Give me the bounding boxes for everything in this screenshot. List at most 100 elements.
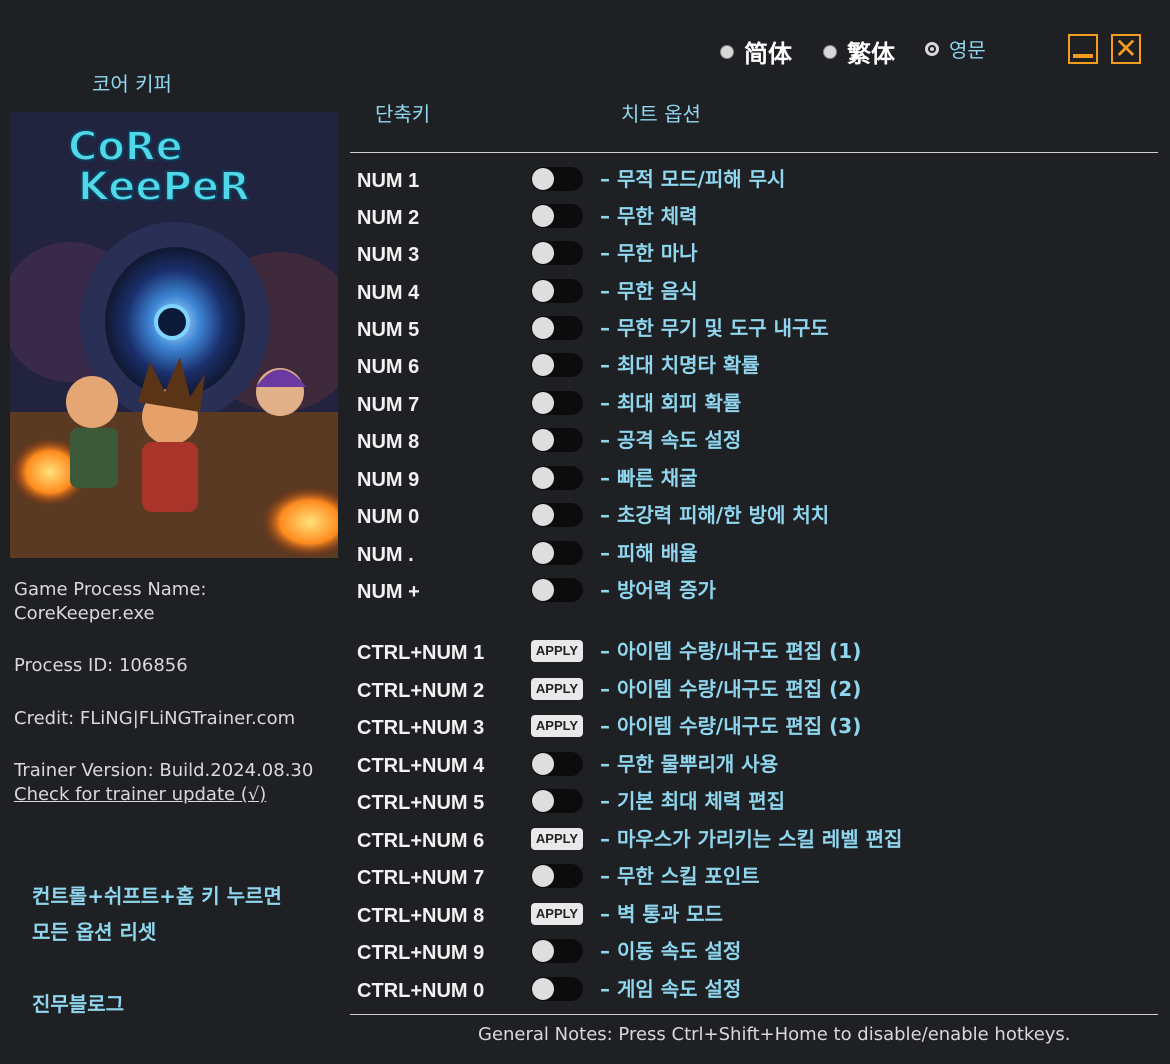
cheat-row: CTRL+NUM 3 APPLY – 아이템 수량/내구도 편집 (3) — [350, 714, 1150, 748]
cheat-row: CTRL+NUM 5 – 기본 최대 체력 편집 — [350, 789, 1150, 823]
cheat-row: CTRL+NUM 1 APPLY – 아이템 수량/내구도 편집 (1) — [350, 639, 1150, 673]
hotkey-label: CTRL+NUM 6 — [357, 830, 485, 852]
cheat-row: CTRL+NUM 7 – 무한 스킬 포인트 — [350, 864, 1150, 898]
lang-label: 영문 — [949, 38, 986, 62]
cheat-option-label: – 마우스가 가리키는 스킬 레벨 편집 — [600, 827, 903, 851]
hotkey-label: CTRL+NUM 9 — [357, 942, 485, 964]
blog-link[interactable]: 진무블로그 — [32, 988, 124, 1017]
hotkey-label: CTRL+NUM 5 — [357, 792, 485, 814]
cheat-option-label: – 최대 치명타 확률 — [600, 353, 760, 377]
lang-option-simplified[interactable]: 简体 — [720, 34, 792, 69]
hotkey-label: CTRL+NUM 4 — [357, 755, 485, 777]
cheat-option-label: – 아이템 수량/내구도 편집 (2) — [600, 677, 862, 701]
hotkey-label: CTRL+NUM 2 — [357, 680, 485, 702]
cheat-option-label: – 기본 최대 체력 편집 — [600, 789, 786, 813]
close-button[interactable]: ✕ — [1111, 34, 1141, 64]
toggle-switch[interactable] — [531, 353, 583, 377]
lang-label: 繁体 — [847, 40, 895, 68]
radio-icon[interactable] — [720, 44, 734, 59]
apply-button[interactable]: APPLY — [531, 903, 583, 925]
cheat-option-label: – 아이템 수량/내구도 편집 (3) — [600, 714, 862, 738]
toggle-switch[interactable] — [531, 939, 583, 963]
cheat-option-label: – 빠른 채굴 — [600, 466, 698, 490]
cheat-option-label: – 이동 속도 설정 — [600, 939, 742, 963]
cheat-option-label: – 무한 마나 — [600, 241, 698, 265]
toggle-switch[interactable] — [531, 391, 583, 415]
lang-label: 简体 — [744, 40, 792, 68]
toggle-switch[interactable] — [531, 977, 583, 1001]
toggle-switch[interactable] — [531, 466, 583, 490]
cheat-option-label: – 무한 음식 — [600, 279, 698, 303]
lang-option-traditional[interactable]: 繁体 — [823, 34, 895, 69]
toggle-knob — [532, 205, 554, 227]
process-name-label: Game Process Name: — [14, 579, 207, 600]
radio-selected-icon[interactable] — [925, 41, 939, 56]
apply-button[interactable]: APPLY — [531, 828, 583, 850]
toggle-knob — [532, 940, 554, 962]
game-cover-image: CoRe KeePeR — [10, 112, 338, 558]
toggle-knob — [532, 242, 554, 264]
minimize-button[interactable] — [1068, 34, 1098, 64]
cheat-option-label: – 무한 체력 — [600, 204, 698, 228]
cheat-row: CTRL+NUM 2 APPLY – 아이템 수량/내구도 편집 (2) — [350, 677, 1150, 711]
process-name-block: Game Process Name: CoreKeeper.exe — [14, 578, 206, 626]
hotkey-label: NUM 4 — [357, 282, 420, 304]
cheat-option-label: – 방어력 증가 — [600, 578, 716, 602]
cheat-row: NUM 0 – 초강력 피해/한 방에 처치 — [350, 503, 1150, 537]
toggle-switch[interactable] — [531, 503, 583, 527]
general-notes: General Notes: Press Ctrl+Shift+Home to … — [478, 1024, 1071, 1045]
hotkey-label: NUM 5 — [357, 319, 420, 341]
cheat-option-label: – 초강력 피해/한 방에 처치 — [600, 503, 830, 527]
toggle-switch[interactable] — [531, 789, 583, 813]
toggle-switch[interactable] — [531, 204, 583, 228]
radio-icon[interactable] — [823, 44, 837, 59]
toggle-switch[interactable] — [531, 241, 583, 265]
cheat-row: NUM 9 – 빠른 채굴 — [350, 466, 1150, 500]
toggle-switch[interactable] — [531, 428, 583, 452]
cheat-row: NUM 6 – 최대 치명타 확률 — [350, 353, 1150, 387]
trainer-version: Trainer Version: Build.2024.08.30 — [14, 760, 314, 781]
toggle-knob — [532, 467, 554, 489]
apply-button[interactable]: APPLY — [531, 678, 583, 700]
close-icon: ✕ — [1114, 32, 1138, 65]
cheat-option-label: – 최대 회피 확률 — [600, 391, 742, 415]
toggle-knob — [532, 753, 554, 775]
cheat-row: CTRL+NUM 6 APPLY – 마우스가 가리키는 스킬 레벨 편집 — [350, 827, 1150, 861]
cover-logo-line2: KeePeR — [78, 164, 250, 210]
hotkey-label: NUM 3 — [357, 244, 420, 266]
toggle-knob — [532, 504, 554, 526]
cheat-option-label: – 벽 통과 모드 — [600, 902, 723, 926]
cheat-row: NUM 4 – 무한 음식 — [350, 279, 1150, 313]
hotkey-label: NUM . — [357, 544, 414, 566]
toggle-switch[interactable] — [531, 279, 583, 303]
cheat-option-label: – 무적 모드/피해 무시 — [600, 167, 786, 191]
toggle-knob — [532, 168, 554, 190]
cheat-row: CTRL+NUM 4 – 무한 물뿌리개 사용 — [350, 752, 1150, 786]
toggle-switch[interactable] — [531, 541, 583, 565]
toggle-switch[interactable] — [531, 752, 583, 776]
lang-option-english[interactable]: 영문 — [925, 34, 986, 63]
toggle-switch[interactable] — [531, 167, 583, 191]
credit-text: Credit: FLiNG|FLiNGTrainer.com — [14, 708, 296, 729]
apply-button[interactable]: APPLY — [531, 640, 583, 662]
toggle-knob — [532, 790, 554, 812]
hotkey-label: CTRL+NUM 3 — [357, 717, 485, 739]
apply-button[interactable]: APPLY — [531, 715, 583, 737]
toggle-knob — [532, 542, 554, 564]
toggle-switch[interactable] — [531, 316, 583, 340]
cheat-option-label: – 무한 물뿌리개 사용 — [600, 752, 779, 776]
reset-note: 컨트롤+쉬프트+홈 키 누르면 모든 옵션 리셋 — [32, 884, 282, 944]
cheat-row: NUM + – 방어력 증가 — [350, 578, 1150, 612]
hotkey-label: NUM 2 — [357, 207, 420, 229]
cheat-row: NUM 3 – 무한 마나 — [350, 241, 1150, 275]
cheat-row: NUM 8 – 공격 속도 설정 — [350, 428, 1150, 462]
cheat-row: CTRL+NUM 0 – 게임 속도 설정 — [350, 977, 1150, 1011]
process-id: Process ID: 106856 — [14, 655, 188, 676]
toggle-knob — [532, 579, 554, 601]
check-update-link[interactable]: Check for trainer update (√) — [14, 784, 266, 805]
toggle-switch[interactable] — [531, 864, 583, 888]
hotkey-label: NUM 9 — [357, 469, 420, 491]
toggle-switch[interactable] — [531, 578, 583, 602]
hotkey-label: NUM 6 — [357, 356, 420, 378]
cheat-row: CTRL+NUM 8 APPLY – 벽 통과 모드 — [350, 902, 1150, 936]
